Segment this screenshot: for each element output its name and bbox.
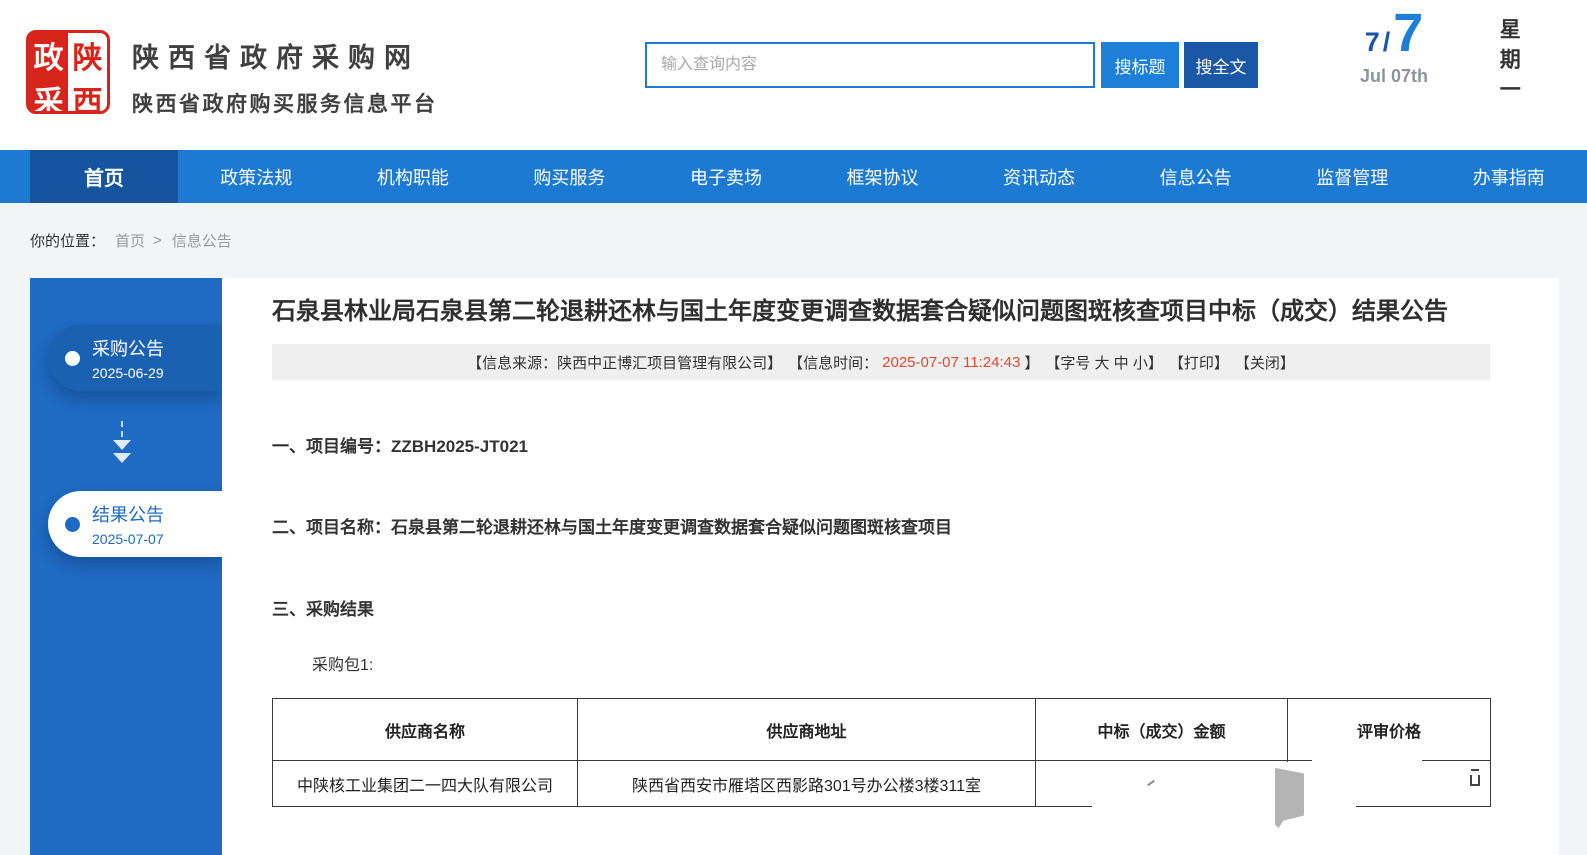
- date-widget: 7 / 7 Jul 07th: [1328, 6, 1460, 87]
- step-date: 2025-07-07: [92, 531, 164, 547]
- section-procurement-result: 三、采购结果: [272, 595, 1490, 620]
- search-input[interactable]: [645, 42, 1095, 88]
- logo-char: 政: [29, 33, 68, 77]
- nav-item-home[interactable]: 首页: [30, 150, 178, 203]
- site-title: 陕西省政府采购网: [132, 36, 438, 75]
- search-fulltext-button[interactable]: 搜全文: [1184, 42, 1258, 88]
- page-title: 石泉县林业局石泉县第二轮退耕还林与国土年度变更调查数据套合疑似问题图斑核查项目中…: [272, 288, 1490, 336]
- nav-item-framework-agreement[interactable]: 框架协议: [804, 150, 961, 203]
- arrow-dashed-line: [121, 421, 123, 437]
- weekday-label: 星期一: [1496, 18, 1521, 108]
- cell-supplier-address: 陕西省西安市雁塔区西影路301号办公楼3楼311室: [578, 761, 1036, 807]
- section-project-number: 一、项目编号：ZZBH2025-JT021: [272, 432, 1490, 457]
- article-meta-bar: 【信息来源：陕西中正博汇项目管理有限公司】 【信息时间： 2025-07-07 …: [272, 344, 1490, 380]
- logo-char: 西: [68, 77, 107, 114]
- arrow-down-icon: [113, 421, 131, 463]
- partial-glyph-artifact: [1470, 769, 1482, 786]
- nav-item-e-marketplace[interactable]: 电子卖场: [648, 150, 805, 203]
- breadcrumb-separator: >: [153, 232, 162, 249]
- meta-font-size-controls[interactable]: 【字号 大 中 小】: [1045, 352, 1163, 373]
- step-title: 结果公告: [92, 501, 164, 527]
- result-table: 供应商名称 供应商地址 中标（成交）金额 评审价格 中陕核工业集团二一四大队有限…: [272, 698, 1491, 807]
- cell-review-price-redacted: [1288, 761, 1491, 807]
- meta-time-value: 2025-07-07 11:24:43: [882, 354, 1020, 371]
- site-subtitle: 陕西省政府购买服务信息平台: [132, 88, 438, 118]
- partial-glyph-bar: [1471, 769, 1479, 771]
- result-table-wrap: 供应商名称 供应商地址 中标（成交）金额 评审价格 中陕核工业集团二一四大队有限…: [272, 698, 1490, 807]
- site-header: 政 陕 采 西 陕西省政府采购网 陕西省政府购买服务信息平台 搜标题 搜全文 7…: [0, 0, 1587, 150]
- nav-item-policies[interactable]: 政策法规: [178, 150, 335, 203]
- step-dot-icon: [65, 351, 80, 366]
- main-nav: 首页 政策法规 机构职能 购买服务 电子卖场 框架协议 资讯动态 信息公告 监督…: [0, 150, 1587, 203]
- meta-time-suffix: 】: [1024, 352, 1039, 373]
- arrow-triangle: [113, 440, 131, 450]
- header-award-amount: 中标（成交）金额: [1036, 699, 1288, 761]
- search-area: 搜标题 搜全文: [645, 42, 1258, 88]
- redaction-patch: [1312, 756, 1422, 765]
- sidebar-step-procurement-notice[interactable]: 采购公告 2025-06-29: [48, 325, 222, 391]
- header-supplier-name: 供应商名称: [273, 699, 578, 761]
- date-english: Jul 07th: [1328, 66, 1460, 87]
- breadcrumb-home-link[interactable]: 首页: [115, 230, 145, 251]
- date-numbers: 7 / 7: [1328, 6, 1460, 60]
- nav-item-guide[interactable]: 办事指南: [1431, 150, 1587, 203]
- step-title: 采购公告: [92, 335, 164, 361]
- redaction-bookmark-artifact: [1275, 766, 1304, 828]
- nav-item-purchase-services[interactable]: 购买服务: [491, 150, 648, 203]
- meta-time-label: 【信息时间：: [788, 352, 878, 373]
- arrow-triangle: [113, 453, 131, 463]
- breadcrumb: 你的位置： 首页 > 信息公告: [0, 203, 1587, 278]
- sidebar-step-result-notice[interactable]: 结果公告 2025-07-07: [48, 491, 222, 557]
- nav-item-news[interactable]: 资讯动态: [961, 150, 1118, 203]
- header-supplier-address: 供应商地址: [578, 699, 1036, 761]
- cell-supplier-name: 中陕核工业集团二一四大队有限公司: [273, 761, 578, 807]
- table-row: 中陕核工业集团二一四大队有限公司 陕西省西安市雁塔区西影路301号办公楼3楼31…: [273, 761, 1491, 807]
- step-text: 采购公告 2025-06-29: [92, 335, 164, 381]
- logo-char: 采: [29, 77, 68, 114]
- date-month: 7: [1365, 27, 1380, 58]
- table-header-row: 供应商名称 供应商地址 中标（成交）金额 评审价格: [273, 699, 1491, 761]
- breadcrumb-current-link[interactable]: 信息公告: [172, 230, 232, 251]
- site-titles: 陕西省政府采购网 陕西省政府购买服务信息平台: [132, 36, 438, 118]
- site-logo[interactable]: 政 陕 采 西: [26, 30, 110, 114]
- date-separator: /: [1383, 27, 1391, 58]
- header-review-price: 评审价格: [1288, 699, 1491, 761]
- meta-source: 【信息来源：陕西中正博汇项目管理有限公司】: [467, 352, 782, 373]
- meta-close-button[interactable]: 【关闭】: [1235, 352, 1295, 373]
- step-dot-icon: [65, 517, 80, 532]
- meta-print-button[interactable]: 【打印】: [1169, 352, 1229, 373]
- step-text: 结果公告 2025-07-07: [92, 501, 164, 547]
- search-title-button[interactable]: 搜标题: [1101, 42, 1179, 88]
- partial-glyph-box: [1470, 775, 1480, 786]
- redaction-patch: [1092, 803, 1287, 812]
- step-date: 2025-06-29: [92, 365, 164, 381]
- nav-item-functions[interactable]: 机构职能: [335, 150, 492, 203]
- nav-item-supervision[interactable]: 监督管理: [1274, 150, 1431, 203]
- section-project-name: 二、项目名称：石泉县第二轮退耕还林与国土年度变更调查数据套合疑似问题图斑核查项目: [272, 513, 1490, 538]
- breadcrumb-prefix: 你的位置：: [30, 230, 105, 251]
- nav-item-announcements[interactable]: 信息公告: [1117, 150, 1274, 203]
- article-panel: 石泉县林业局石泉县第二轮退耕还林与国土年度变更调查数据套合疑似问题图斑核查项目中…: [222, 278, 1559, 855]
- logo-char: 陕: [68, 33, 107, 77]
- cell-award-amount-redacted: [1036, 761, 1288, 807]
- timeline-sidebar: 采购公告 2025-06-29 结果公告 2025-07-07: [30, 278, 222, 855]
- date-day: 7: [1393, 6, 1423, 60]
- package-label: 采购包1:: [312, 651, 1490, 675]
- content-area: 采购公告 2025-06-29 结果公告 2025-07-07 石泉县林业局石泉…: [30, 278, 1557, 855]
